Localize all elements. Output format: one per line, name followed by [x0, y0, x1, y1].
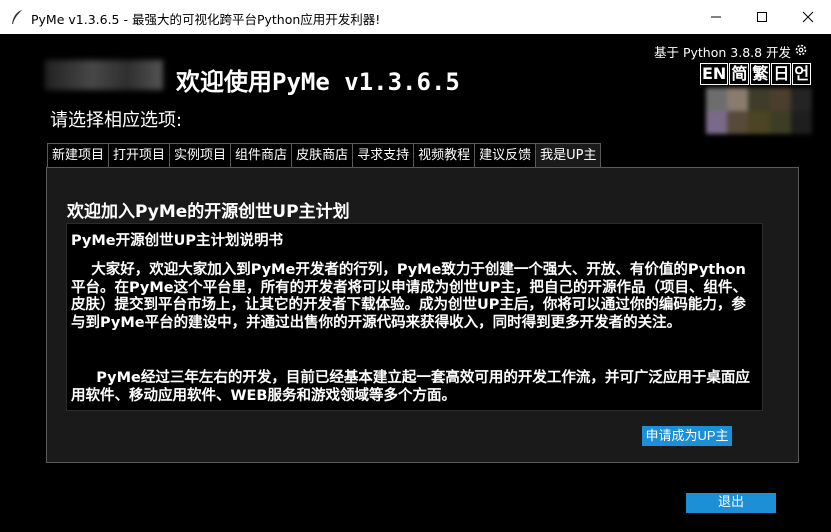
paragraph-1: 大家好，欢迎大家加入到PyMe开发者的行列，PyMe致力于创建一个强大、开放、有… [71, 262, 748, 331]
tab-example-project[interactable]: 实例项目 [169, 143, 231, 168]
tab-skin-store[interactable]: 皮肤商店 [291, 143, 353, 168]
minimize-button[interactable] [693, 0, 739, 34]
tab-new-project[interactable]: 新建项目 [47, 143, 109, 168]
tab-component-store[interactable]: 组件商店 [230, 143, 292, 168]
paragraph-2: PyMe经过三年左右的开发，目前已经基本建立起一套高效可用的开发工作流，并可广泛… [71, 370, 750, 404]
apply-up-creator-button[interactable]: 申请成为UP主 [642, 426, 732, 446]
lang-zh-hans-button[interactable]: 简 [729, 63, 750, 85]
tab-open-project[interactable]: 打开项目 [108, 143, 170, 168]
tab-video-tutorial[interactable]: 视频教程 [413, 143, 475, 168]
maximize-icon [757, 12, 767, 22]
minimize-icon [711, 16, 721, 18]
title-bar: PyMe v1.3.6.5 - 最强大的可视化跨平台Python应用开发利器! [0, 0, 831, 34]
lang-en-button[interactable]: EN [700, 63, 729, 85]
logo [45, 60, 163, 90]
description-textbox[interactable]: PyMe开源创世UP主计划说明书 大家好，欢迎大家加入到PyMe开发者的行列，P… [66, 223, 763, 411]
lang-zh-hant-button[interactable]: 繁 [750, 63, 771, 85]
tab-panel: 欢迎加入PyMe的开源创世UP主计划 PyMe开源创世UP主计划说明书 大家好，… [46, 167, 799, 463]
tab-feedback[interactable]: 建议反馈 [474, 143, 536, 168]
exit-button[interactable]: 退出 [686, 493, 776, 513]
tab-up-creator[interactable]: 我是UP主 [535, 143, 602, 168]
qr-code-image [706, 88, 812, 134]
python-version-label: 基于 Python 3.8.8 开发 [654, 45, 792, 60]
tab-support[interactable]: 寻求支持 [352, 143, 414, 168]
tab-bar: 新建项目 打开项目 实例项目 组件商店 皮肤商店 寻求支持 视频教程 建议反馈 … [47, 143, 602, 168]
language-switcher: EN 简 繁 日 언 [700, 63, 812, 85]
lang-ja-button[interactable]: 日 [771, 63, 792, 85]
doc-title: PyMe开源创世UP主计划说明书 [71, 233, 284, 249]
maximize-button[interactable] [739, 0, 785, 34]
welcome-heading: 欢迎使用PyMe v1.3.6.5 [176, 68, 460, 96]
python-version: 基于 Python 3.8.8 开发 [654, 42, 808, 61]
window-title: PyMe v1.3.6.5 - 最强大的可视化跨平台Python应用开发利器! [31, 12, 381, 27]
feather-icon [10, 9, 24, 25]
close-icon [802, 11, 814, 23]
close-button[interactable] [785, 0, 831, 34]
panel-title: 欢迎加入PyMe的开源创世UP主计划 [67, 202, 350, 222]
choose-prompt: 请选择相应选项: [50, 110, 183, 131]
lang-ko-button[interactable]: 언 [792, 63, 812, 85]
gear-icon[interactable] [794, 43, 808, 60]
